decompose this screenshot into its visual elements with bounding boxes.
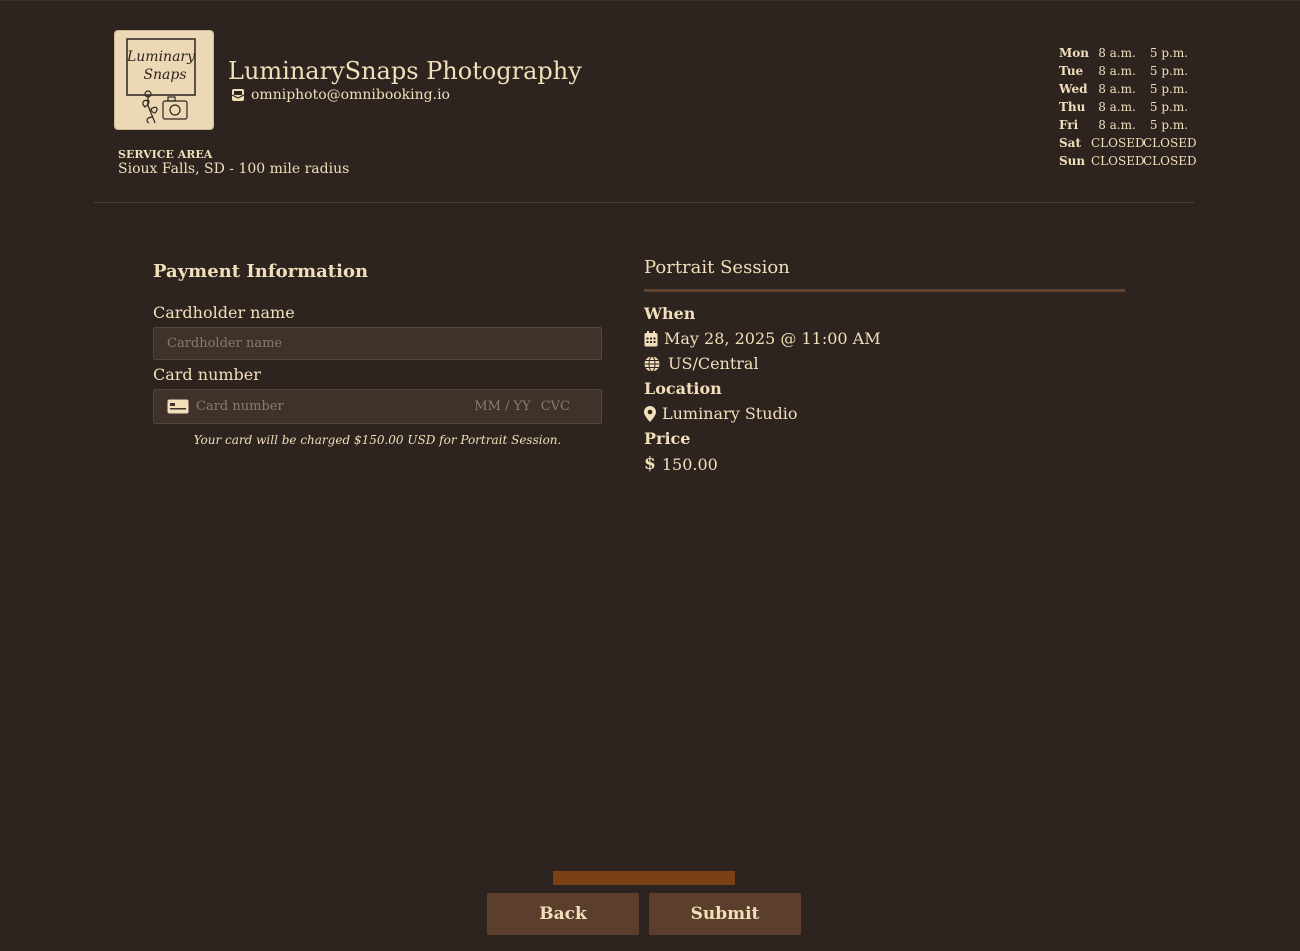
- hours-open: CLOSED: [1091, 154, 1145, 168]
- hours-day: Mon: [1059, 46, 1090, 60]
- hours-open: 8 a.m.: [1098, 82, 1136, 96]
- hours-day: Wed: [1059, 82, 1088, 96]
- map-pin-icon: [644, 405, 656, 422]
- service-title-rule: [644, 289, 1125, 292]
- hours-row: Wed 8 a.m. 5 p.m.: [1059, 80, 1195, 98]
- price-label: Price: [644, 429, 691, 448]
- hours-close: CLOSED: [1143, 154, 1197, 168]
- business-logo: Luminary Snaps: [114, 30, 214, 130]
- location-label: Location: [644, 379, 722, 398]
- hours-day: Tue: [1059, 64, 1084, 78]
- business-hours: Mon 8 a.m. 5 p.m. Tue 8 a.m. 5 p.m. Wed …: [1059, 44, 1197, 170]
- hours-row: Sat CLOSED CLOSED: [1059, 134, 1197, 152]
- calendar-icon: [644, 330, 658, 347]
- hours-day: Sat: [1059, 136, 1081, 150]
- business-email[interactable]: omniphoto@omnibooking.io: [231, 87, 450, 103]
- date-time-row: May 28, 2025 @ 11:00 AM: [644, 329, 881, 348]
- hours-close: 5 p.m.: [1149, 46, 1189, 60]
- progress-bar: [553, 871, 735, 885]
- hours-open: 8 a.m.: [1098, 118, 1136, 132]
- timezone-value: US/Central: [668, 354, 759, 373]
- price-value: 150.00: [661, 454, 718, 474]
- service-title: Portrait Session: [644, 257, 790, 278]
- business-name: LuminarySnaps Photography: [228, 57, 582, 85]
- hours-open: CLOSED: [1091, 136, 1145, 150]
- hours-close: 5 p.m.: [1149, 82, 1189, 96]
- hours-row: Sun CLOSED CLOSED: [1059, 152, 1197, 170]
- progress-fill: [553, 871, 735, 885]
- when-label: When: [644, 304, 696, 323]
- location-value: Luminary Studio: [662, 404, 798, 423]
- service-area-value: Sioux Falls, SD - 100 mile radius: [118, 161, 350, 177]
- hours-day: Fri: [1059, 118, 1079, 132]
- hours-open: 8 a.m.: [1098, 100, 1136, 114]
- hours-close: CLOSED: [1143, 136, 1197, 150]
- envelope-icon: [231, 88, 245, 102]
- location-row: Luminary Studio: [644, 404, 798, 423]
- dollar-icon: $: [644, 454, 656, 474]
- hours-close: 5 p.m.: [1149, 118, 1189, 132]
- hours-row: Fri 8 a.m. 5 p.m.: [1059, 116, 1195, 134]
- expiry-input[interactable]: MM / YY: [474, 399, 530, 414]
- card-number-input[interactable]: Card number MM / YY CVC: [153, 389, 602, 424]
- hours-close: 5 p.m.: [1149, 100, 1189, 114]
- payment-title: Payment Information: [153, 261, 369, 282]
- cardholder-name-input[interactable]: [153, 327, 602, 360]
- price-row: $ 150.00: [644, 454, 718, 474]
- hours-day: Thu: [1059, 100, 1086, 114]
- globe-icon: [644, 355, 660, 372]
- timezone-row: US/Central: [644, 354, 759, 373]
- cvc-input[interactable]: CVC: [541, 399, 570, 414]
- hours-row: Mon 8 a.m. 5 p.m.: [1059, 44, 1195, 62]
- hours-row: Tue 8 a.m. 5 p.m.: [1059, 62, 1195, 80]
- back-button[interactable]: Back: [487, 893, 639, 935]
- submit-button[interactable]: Submit: [649, 893, 801, 935]
- hours-row: Thu 8 a.m. 5 p.m.: [1059, 98, 1195, 116]
- header-divider: [94, 202, 1194, 203]
- booking-payment-page: Luminary Snaps LuminarySnaps Photography: [0, 0, 1300, 951]
- service-area-label: SERVICE AREA: [118, 148, 213, 161]
- logo-text-line2: Snaps: [143, 67, 186, 83]
- hours-open: 8 a.m.: [1098, 46, 1136, 60]
- email-text[interactable]: omniphoto@omnibooking.io: [251, 87, 450, 103]
- hours-close: 5 p.m.: [1149, 64, 1189, 78]
- logo-text-line1: Luminary: [126, 49, 196, 65]
- card-number-placeholder[interactable]: Card number: [196, 399, 474, 414]
- hours-open: 8 a.m.: [1098, 64, 1136, 78]
- charge-note: Your card will be charged $150.00 USD fo…: [193, 433, 562, 447]
- credit-card-icon: [167, 399, 189, 414]
- date-time-value: May 28, 2025 @ 11:00 AM: [664, 329, 881, 348]
- cardholder-label: Cardholder name: [153, 303, 295, 322]
- card-number-label: Card number: [153, 365, 261, 384]
- hours-day: Sun: [1059, 154, 1086, 168]
